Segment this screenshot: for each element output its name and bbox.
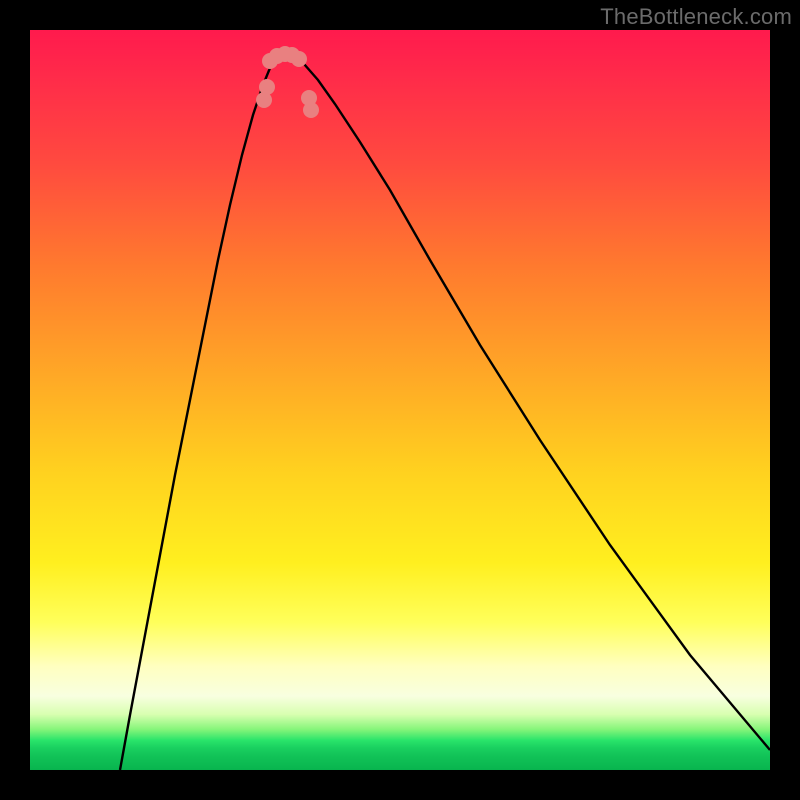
bottleneck-curve xyxy=(120,54,770,770)
plot-area xyxy=(30,30,770,770)
chart-frame: TheBottleneck.com xyxy=(0,0,800,800)
highlight-dot xyxy=(303,102,319,118)
highlight-dot xyxy=(291,51,307,67)
curve-svg xyxy=(30,30,770,770)
highlight-markers xyxy=(256,46,319,118)
highlight-dot xyxy=(259,79,275,95)
watermark-text: TheBottleneck.com xyxy=(600,4,792,30)
